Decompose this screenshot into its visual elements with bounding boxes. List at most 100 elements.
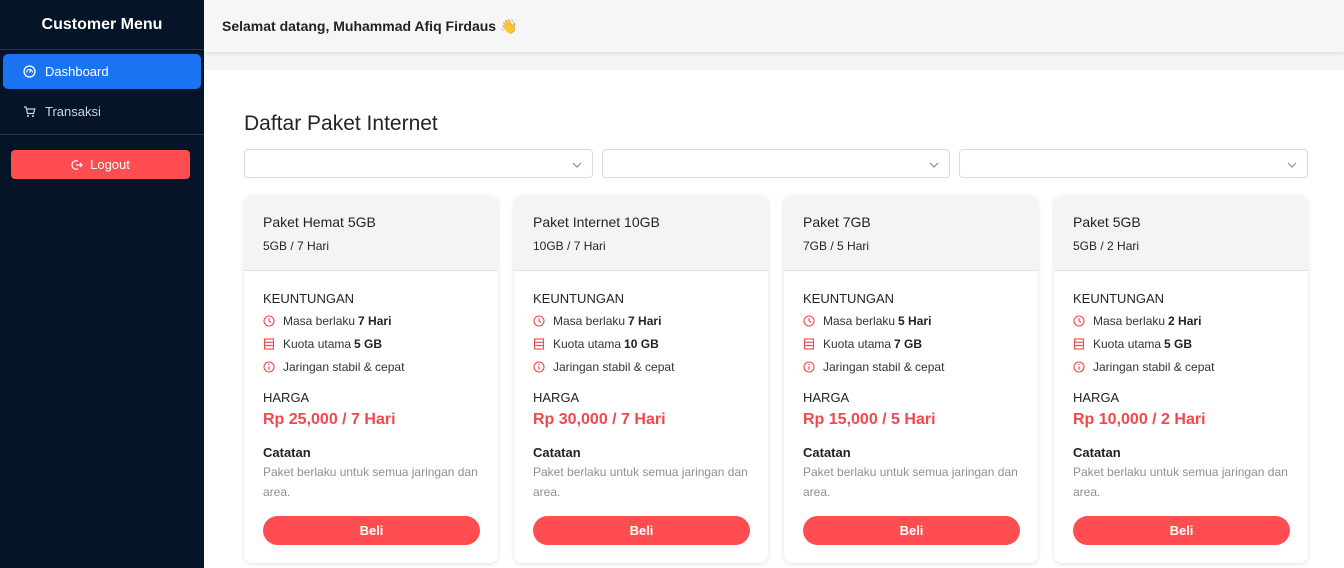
sidebar-item-label: Dashboard bbox=[45, 64, 109, 79]
package-card-body: KEUNTUNGAN Masa berlaku 5 Hari Kuota utam… bbox=[784, 271, 1038, 502]
package-card: Paket Hemat 5GB 5GB / 7 Hari KEUNTUNGAN … bbox=[244, 196, 498, 563]
package-price: Rp 30,000 / 7 Hari bbox=[533, 411, 666, 428]
sidebar-divider bbox=[0, 134, 204, 135]
database-icon bbox=[803, 338, 815, 350]
benefit-validity-value: 2 Hari bbox=[1168, 314, 1202, 328]
package-summary: 5GB / 2 Hari bbox=[1073, 239, 1140, 253]
benefit-validity-value: 7 Hari bbox=[358, 314, 392, 328]
cart-icon bbox=[22, 105, 36, 119]
benefit-network-text: Jaringan stabil & cepat bbox=[553, 360, 675, 374]
package-price: Rp 25,000 / 7 Hari bbox=[263, 411, 396, 428]
info-icon bbox=[803, 361, 815, 373]
package-card-header: Paket 7GB 7GB / 5 Hari bbox=[784, 196, 1038, 271]
benefits-label: KEUNTUNGAN bbox=[533, 291, 625, 306]
buy-button[interactable]: Beli bbox=[1073, 516, 1290, 545]
benefit-quota-value: 10 GB bbox=[624, 337, 659, 351]
benefit-network: Jaringan stabil & cepat bbox=[803, 359, 1019, 375]
package-name: Paket 7GB bbox=[803, 214, 871, 230]
buy-button[interactable]: Beli bbox=[533, 516, 750, 545]
buy-button[interactable]: Beli bbox=[263, 516, 480, 545]
package-card-body: KEUNTUNGAN Masa berlaku 7 Hari Kuota utam… bbox=[514, 271, 768, 502]
filter-select-3[interactable] bbox=[959, 149, 1308, 178]
clock-icon bbox=[263, 315, 275, 327]
price-label: HARGA bbox=[803, 390, 850, 405]
main-content: Daftar Paket Internet Paket Hemat 5GB 5G… bbox=[204, 70, 1344, 568]
price-label: HARGA bbox=[1073, 390, 1120, 405]
benefits-label: KEUNTUNGAN bbox=[803, 291, 895, 306]
package-note: Paket berlaku untuk semua jaringan dan a… bbox=[803, 465, 1018, 499]
sidebar-title: Customer Menu bbox=[0, 0, 204, 50]
sidebar-item-transaksi[interactable]: Transaksi bbox=[3, 94, 201, 129]
benefit-validity-value: 7 Hari bbox=[628, 314, 662, 328]
chevron-down-icon bbox=[928, 158, 940, 176]
package-note: Paket berlaku untuk semua jaringan dan a… bbox=[1073, 465, 1288, 499]
benefit-validity: Masa berlaku 7 Hari bbox=[263, 313, 479, 329]
package-card: Paket 5GB 5GB / 2 Hari KEUNTUNGAN Masa b… bbox=[1054, 196, 1308, 563]
dashboard-icon bbox=[22, 65, 36, 79]
benefit-quota: Kuota utama 7 GB bbox=[803, 336, 1019, 352]
benefit-quota-value: 5 GB bbox=[1164, 337, 1193, 351]
note-label: Catatan bbox=[1073, 445, 1121, 460]
topbar: Selamat datang, Muhammad Afiq Firdaus 👋 bbox=[204, 0, 1344, 52]
benefit-validity-prefix: Masa berlaku bbox=[1093, 314, 1166, 328]
benefit-quota-value: 5 GB bbox=[354, 337, 383, 351]
benefit-network: Jaringan stabil & cepat bbox=[263, 359, 479, 375]
package-note: Paket berlaku untuk semua jaringan dan a… bbox=[263, 465, 478, 499]
note-label: Catatan bbox=[803, 445, 851, 460]
benefit-quota-prefix: Kuota utama bbox=[1093, 337, 1162, 351]
benefit-network-text: Jaringan stabil & cepat bbox=[1093, 360, 1215, 374]
package-card-header: Paket 5GB 5GB / 2 Hari bbox=[1054, 196, 1308, 271]
benefit-validity: Masa berlaku 5 Hari bbox=[803, 313, 1019, 329]
logout-label: Logout bbox=[90, 157, 130, 172]
package-card-body: KEUNTUNGAN Masa berlaku 2 Hari Kuota utam… bbox=[1054, 271, 1308, 502]
clock-icon bbox=[803, 315, 815, 327]
sidebar-item-dashboard[interactable]: Dashboard bbox=[3, 54, 201, 89]
benefit-quota-value: 7 GB bbox=[894, 337, 923, 351]
database-icon bbox=[533, 338, 545, 350]
package-name: Paket Hemat 5GB bbox=[263, 214, 376, 230]
note-label: Catatan bbox=[263, 445, 311, 460]
benefit-validity-prefix: Masa berlaku bbox=[823, 314, 896, 328]
buy-button[interactable]: Beli bbox=[803, 516, 1020, 545]
benefit-validity: Masa berlaku 7 Hari bbox=[533, 313, 749, 329]
benefit-network: Jaringan stabil & cepat bbox=[1073, 359, 1289, 375]
chevron-down-icon bbox=[571, 158, 583, 176]
filter-select-1[interactable] bbox=[244, 149, 593, 178]
benefit-quota-prefix: Kuota utama bbox=[823, 337, 892, 351]
package-summary: 10GB / 7 Hari bbox=[533, 239, 606, 253]
package-price: Rp 15,000 / 5 Hari bbox=[803, 411, 936, 428]
benefit-quota: Kuota utama 5 GB bbox=[263, 336, 479, 352]
clock-icon bbox=[1073, 315, 1085, 327]
package-card: Paket 7GB 7GB / 5 Hari KEUNTUNGAN Masa b… bbox=[784, 196, 1038, 563]
benefit-quota: Kuota utama 10 GB bbox=[533, 336, 749, 352]
sidebar: Customer Menu Dashboard Transaksi Logout bbox=[0, 0, 204, 568]
package-name: Paket 5GB bbox=[1073, 214, 1141, 230]
benefit-network-text: Jaringan stabil & cepat bbox=[283, 360, 405, 374]
info-icon bbox=[263, 361, 275, 373]
package-card-header: Paket Hemat 5GB 5GB / 7 Hari bbox=[244, 196, 498, 271]
info-icon bbox=[1073, 361, 1085, 373]
benefits-label: KEUNTUNGAN bbox=[263, 291, 355, 306]
sidebar-nav: Dashboard Transaksi bbox=[0, 50, 204, 129]
info-icon bbox=[533, 361, 545, 373]
sidebar-item-label: Transaksi bbox=[45, 104, 101, 119]
package-note: Paket berlaku untuk semua jaringan dan a… bbox=[533, 465, 748, 499]
clock-icon bbox=[533, 315, 545, 327]
price-label: HARGA bbox=[263, 390, 310, 405]
benefit-network-text: Jaringan stabil & cepat bbox=[823, 360, 945, 374]
benefit-validity-prefix: Masa berlaku bbox=[283, 314, 356, 328]
benefit-network: Jaringan stabil & cepat bbox=[533, 359, 749, 375]
package-name: Paket Internet 10GB bbox=[533, 214, 660, 230]
benefit-quota: Kuota utama 5 GB bbox=[1073, 336, 1289, 352]
benefit-quota-prefix: Kuota utama bbox=[283, 337, 352, 351]
logout-icon bbox=[71, 159, 83, 171]
logout-button[interactable]: Logout bbox=[11, 150, 190, 179]
filter-select-2[interactable] bbox=[602, 149, 950, 178]
benefit-validity: Masa berlaku 2 Hari bbox=[1073, 313, 1289, 329]
database-icon bbox=[263, 338, 275, 350]
benefit-validity-prefix: Masa berlaku bbox=[553, 314, 626, 328]
benefits-label: KEUNTUNGAN bbox=[1073, 291, 1165, 306]
benefit-quota-prefix: Kuota utama bbox=[553, 337, 622, 351]
benefit-validity-value: 5 Hari bbox=[898, 314, 932, 328]
package-summary: 7GB / 5 Hari bbox=[803, 239, 870, 253]
